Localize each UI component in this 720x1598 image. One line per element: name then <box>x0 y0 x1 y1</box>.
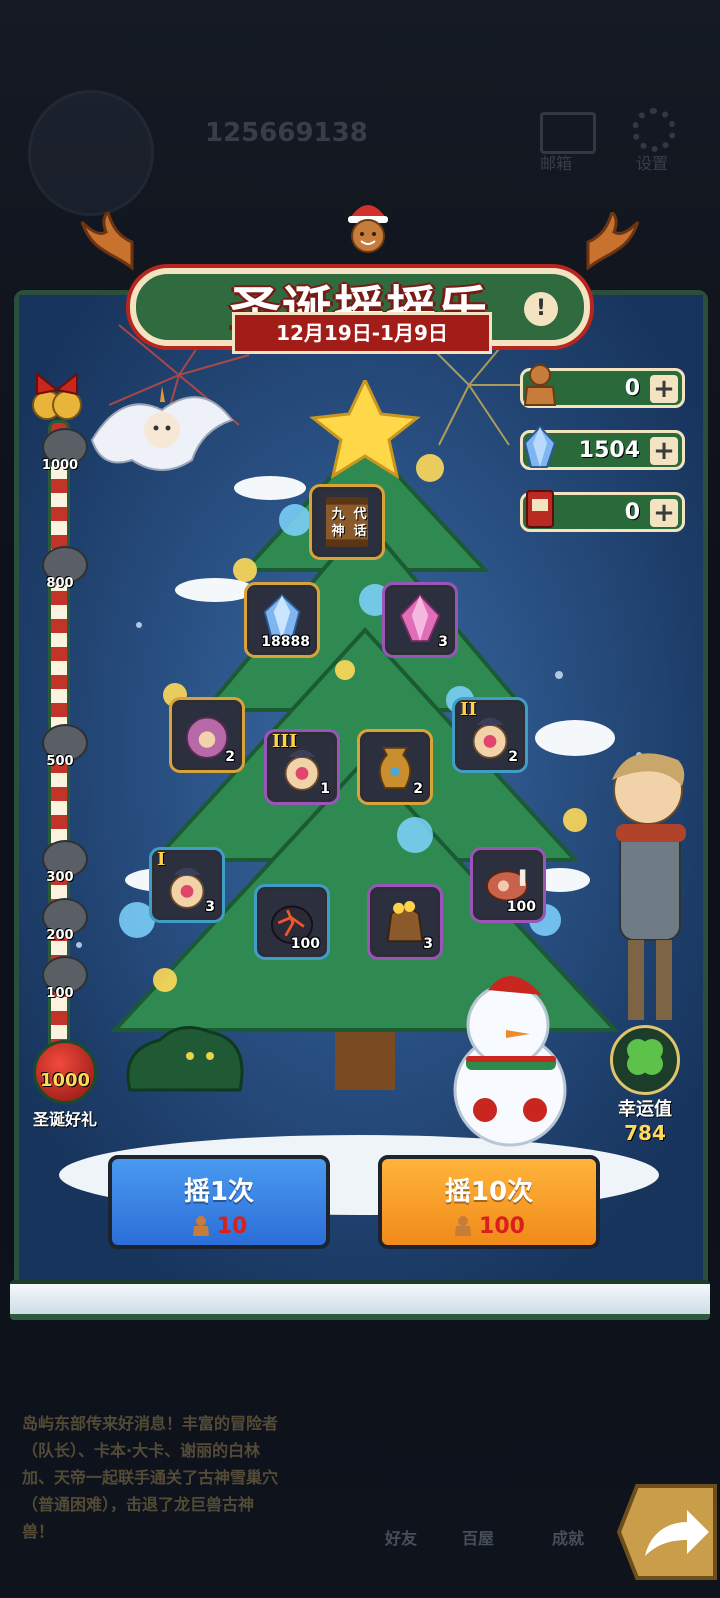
bush-cat-character <box>126 1026 244 1092</box>
christmas-gift-reward[interactable]: 1000 圣诞好礼 <box>30 1040 100 1129</box>
avatar <box>28 90 154 216</box>
item-count: 3 <box>205 899 215 915</box>
clover-icon <box>610 1025 680 1095</box>
gingerbread-count: 0 <box>624 376 640 401</box>
antler-right-icon <box>586 212 640 270</box>
snowman-character <box>453 976 567 1147</box>
reward-item-gold-bag[interactable]: 3 <box>370 887 440 957</box>
shake-once-label: 摇1次 <box>183 1177 255 1207</box>
settings-label: 设置 <box>636 154 669 173</box>
item-count: 18888 <box>261 634 310 650</box>
reward-item-pet-box-1[interactable]: I3 <box>152 849 222 920</box>
rank-badge: II <box>460 699 477 720</box>
nav-house: 百屋 <box>462 1529 495 1548</box>
panel-snow-border <box>10 1280 710 1320</box>
milestone-300[interactable]: 300 <box>38 840 98 894</box>
milestone-800[interactable]: 800 <box>38 546 98 600</box>
luck-meter[interactable]: 幸运值 784 <box>600 1025 690 1145</box>
shake-progress-track: 1000 800 500 300 200 100 <box>38 420 88 1066</box>
item-count: 3 <box>423 936 433 952</box>
nav-friends: 好友 <box>385 1529 418 1548</box>
shake-once-button[interactable]: 摇1次 10 <box>108 1155 330 1249</box>
rank-badge: I <box>157 849 166 870</box>
item-count: 100 <box>506 899 536 915</box>
boy-adventurer-character <box>612 753 686 1020</box>
item-count: 100 <box>290 936 320 952</box>
add-crystal-button[interactable]: + <box>650 437 678 465</box>
reward-item-meat[interactable]: 100 <box>473 850 543 920</box>
event-title-block: 圣诞摇摇乐 ! 12月19日-1月9日 <box>80 205 640 354</box>
milestone-500[interactable]: 500 <box>38 724 98 778</box>
user-id: 125669138 <box>205 118 368 148</box>
gingerbread-icon <box>192 1216 209 1236</box>
luck-value: 784 <box>624 1121 666 1145</box>
mail-icon <box>540 112 596 154</box>
item-count: 2 <box>508 749 518 765</box>
rank-badge: III <box>272 731 298 752</box>
gear-icon <box>632 108 676 152</box>
story-text: 岛屿东部传来好消息！丰富的冒险者（队长）、卡本·大卡、谢丽的白林加、天帝一起联手… <box>22 1414 279 1541</box>
ticket-count: 0 <box>624 500 640 525</box>
shake-ten-cost: 100 <box>382 1214 596 1239</box>
gingerbread-santa-icon <box>348 205 388 253</box>
reward-item-golden-vase[interactable]: 2 <box>360 732 430 802</box>
item-count: 1 <box>320 781 330 797</box>
gift-reward-label: 圣诞好礼 <box>32 1110 97 1129</box>
item-count: 3 <box>438 634 448 650</box>
event-date-range: 12月19日-1月9日 <box>232 312 492 354</box>
luck-label: 幸运值 <box>618 1099 672 1120</box>
item-count: 2 <box>413 781 423 797</box>
christmas-shake-panel: 圣诞摇摇乐 ! 12月19日-1月9日 1000 800 500 300 200… <box>10 205 710 1320</box>
reward-item-paw-cookie[interactable]: 2 <box>172 700 242 770</box>
shake-once-cost: 10 <box>112 1214 326 1239</box>
gift-reward-value: 1000 <box>39 1070 91 1091</box>
add-gingerbread-button[interactable]: + <box>650 375 678 403</box>
milestone-100[interactable]: 100 <box>38 956 98 1010</box>
nav-achievements: 成就 <box>552 1529 585 1548</box>
milestone-200[interactable]: 200 <box>38 898 98 952</box>
add-ticket-button[interactable]: + <box>650 499 678 527</box>
reward-item-myth-scroll[interactable]: 九代神话 <box>312 487 382 557</box>
antler-left-icon <box>80 212 134 270</box>
info-button[interactable]: ! <box>524 292 558 326</box>
reward-item-pet-box-2[interactable]: II 2 <box>455 699 525 770</box>
gingerbread-icon <box>455 1216 472 1236</box>
item-count: 2 <box>225 749 235 765</box>
myth-caption: 九代神话 <box>331 507 367 539</box>
reward-item-pet-box-3[interactable]: III 1 <box>267 731 337 802</box>
share-arrow-button[interactable] <box>615 1478 720 1583</box>
reward-item-blue-crystal[interactable]: 18888 <box>247 585 317 655</box>
reward-item-lava-stone[interactable]: 100 <box>257 887 327 957</box>
shake-ten-label: 摇10次 <box>444 1177 534 1207</box>
reward-item-pink-crystal[interactable]: 3 <box>385 585 455 655</box>
shake-ten-button[interactable]: 摇10次 100 <box>378 1155 600 1249</box>
mail-label: 邮箱 <box>540 154 573 173</box>
